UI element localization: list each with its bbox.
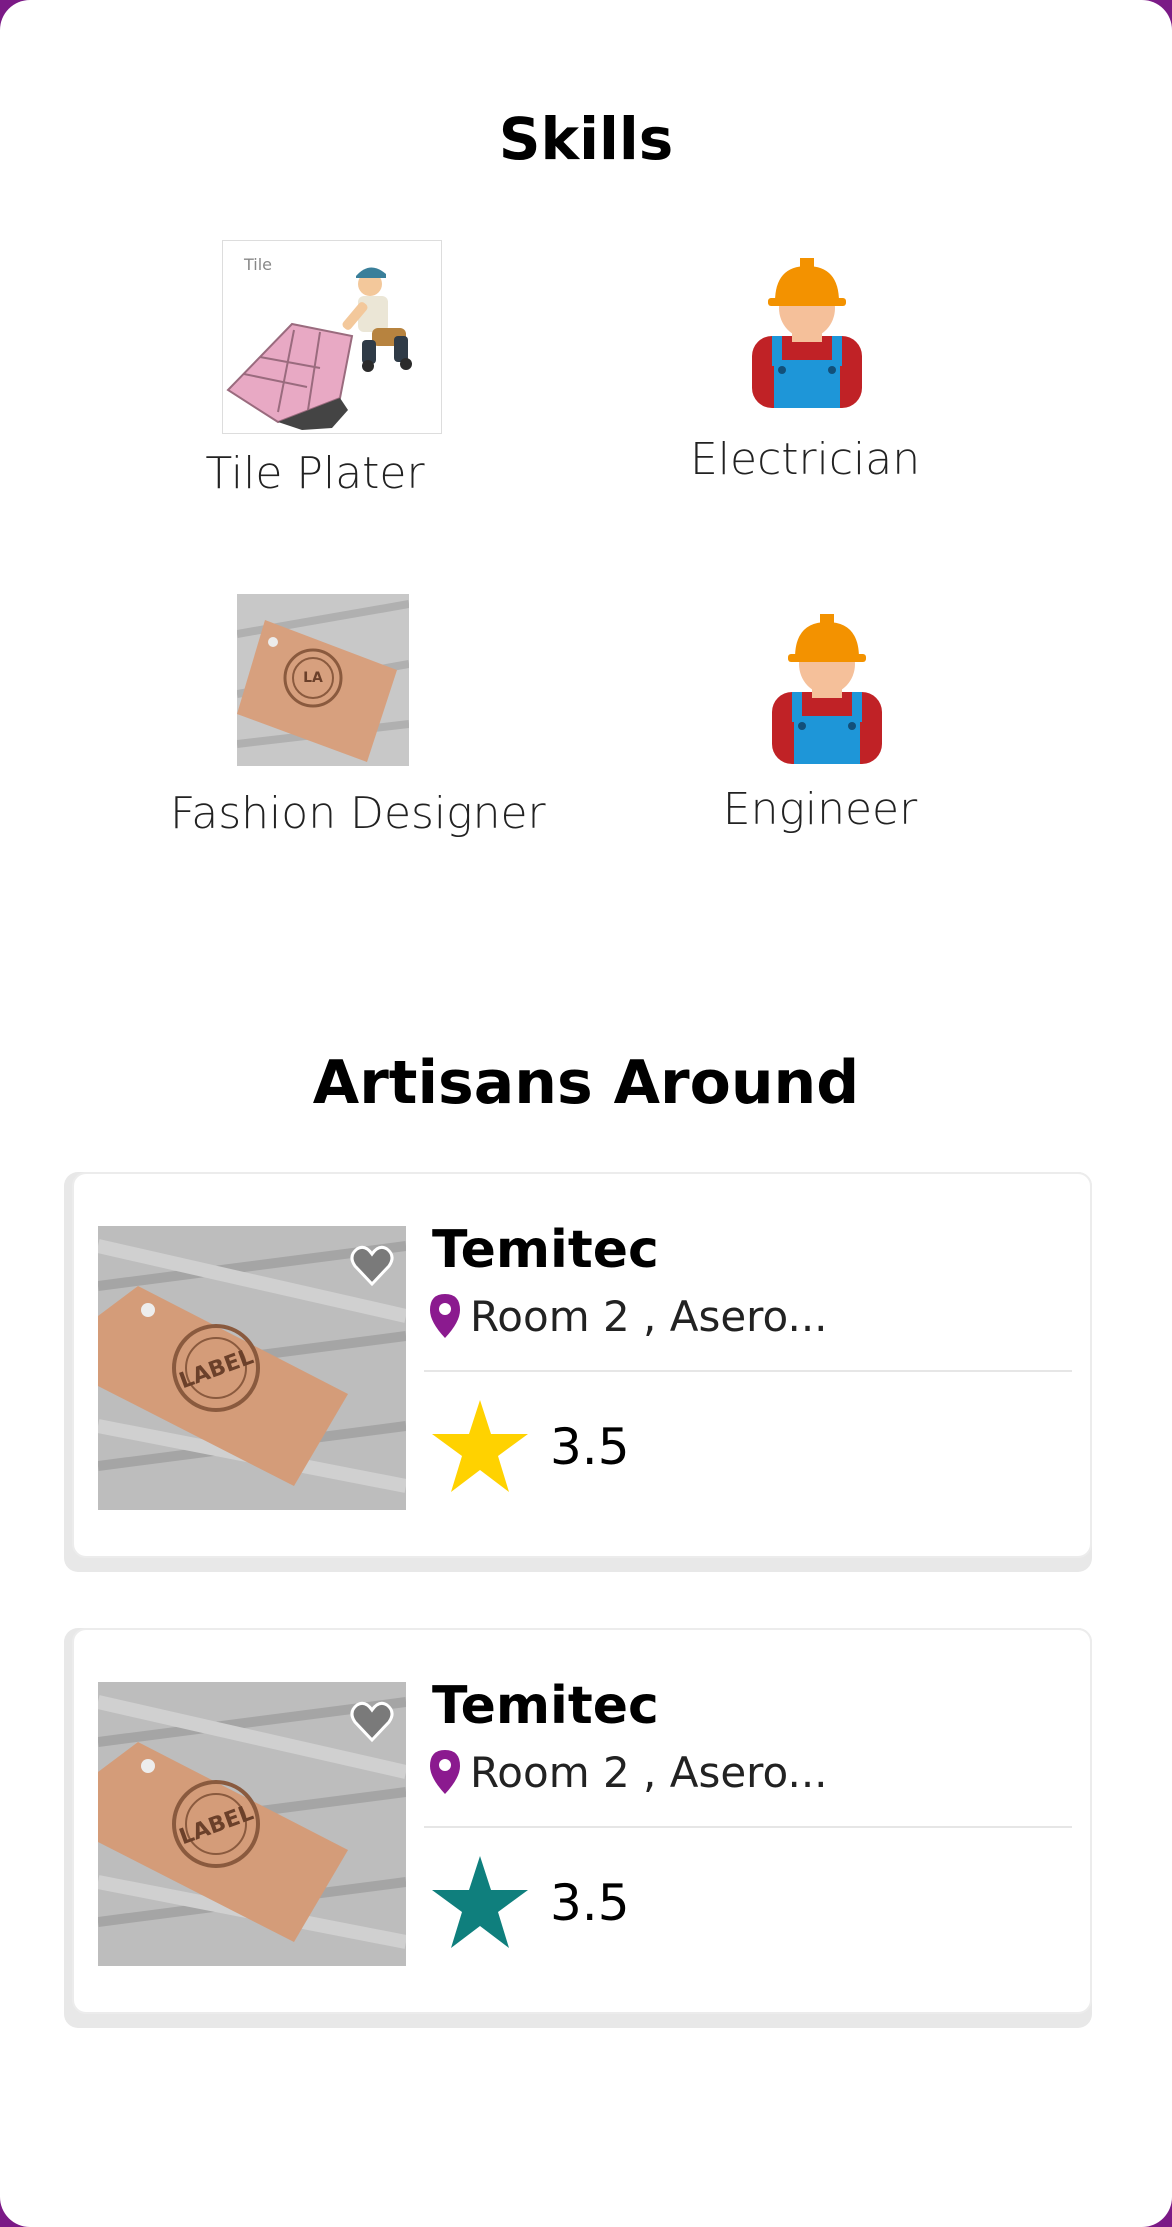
artisan-card[interactable]: LABEL Temitec Room 2 , Asero... 3.5 xyxy=(72,1628,1092,2014)
tile-plater-image: Tile xyxy=(222,240,442,434)
tile-image-caption: Tile xyxy=(243,255,272,274)
skill-label: Fashion Designer xyxy=(170,788,546,839)
heart-icon[interactable] xyxy=(350,1700,394,1744)
divider xyxy=(424,1370,1072,1372)
worker-avatar-icon xyxy=(752,258,862,408)
artisan-name: Temitec xyxy=(432,1220,659,1280)
star-icon xyxy=(432,1856,528,1948)
artisan-card[interactable]: LABEL Temitec Room 2 , Asero... 3.5 xyxy=(72,1172,1092,1558)
artisans-title: Artisans Around xyxy=(312,1048,860,1118)
divider xyxy=(424,1826,1072,1828)
skill-label: Electrician xyxy=(690,434,921,485)
artisan-photo: LABEL xyxy=(98,1226,406,1510)
location-pin-icon xyxy=(430,1294,460,1338)
screen: Skills Tile Tile Plater Electrician LA F… xyxy=(0,0,1172,2227)
star-icon xyxy=(432,1400,528,1492)
location-pin-icon xyxy=(430,1750,460,1794)
svg-text:LA: LA xyxy=(303,670,323,686)
worker-avatar-icon xyxy=(772,614,882,764)
skill-label: Engineer xyxy=(722,784,918,835)
heart-icon[interactable] xyxy=(350,1244,394,1288)
skills-title: Skills xyxy=(498,105,674,173)
artisan-rating: 3.5 xyxy=(550,1418,630,1476)
skill-label: Tile Plater xyxy=(205,448,425,499)
skill-tile-plater[interactable]: Tile Tile Plater xyxy=(180,238,450,503)
artisan-photo: LABEL xyxy=(98,1682,406,1966)
fashion-designer-image: LA xyxy=(237,594,409,766)
artisan-address: Room 2 , Asero... xyxy=(470,1292,828,1341)
skill-electrician[interactable]: Electrician xyxy=(690,258,920,493)
skill-engineer[interactable]: Engineer xyxy=(710,614,930,844)
skill-fashion-designer[interactable]: LA Fashion Designer xyxy=(170,594,546,844)
artisan-name: Temitec xyxy=(432,1676,659,1736)
artisan-rating: 3.5 xyxy=(550,1874,630,1932)
artisan-address: Room 2 , Asero... xyxy=(470,1748,828,1797)
